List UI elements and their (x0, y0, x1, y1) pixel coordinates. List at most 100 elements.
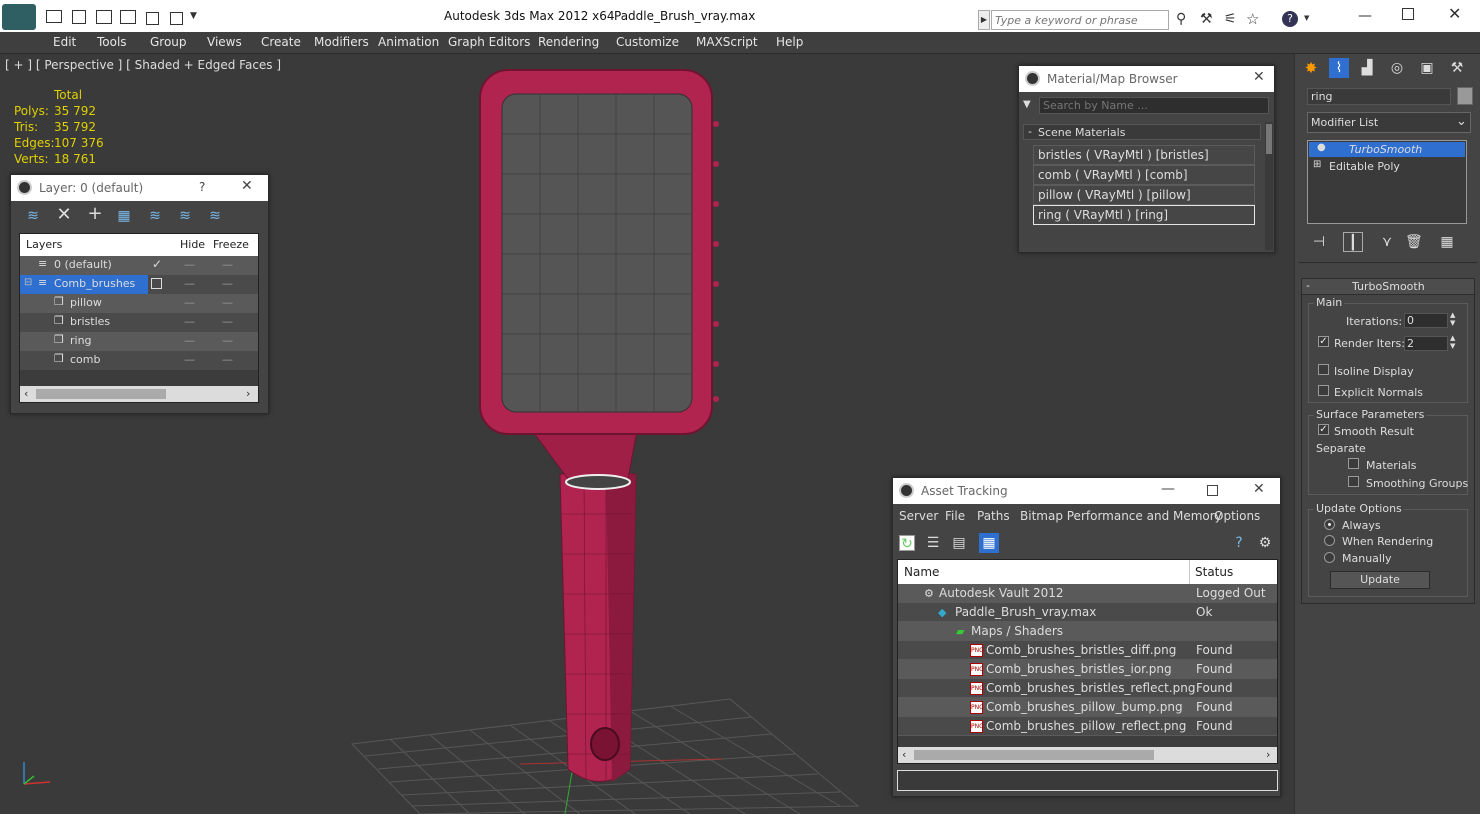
menu-help[interactable]: Help (776, 35, 803, 49)
pin-stack-icon[interactable]: ⊣ (1311, 234, 1327, 250)
col-status[interactable]: Status (1195, 565, 1233, 579)
menu-animation[interactable]: Animation (378, 35, 439, 49)
hierarchy-tab-icon[interactable]: ▟ (1359, 60, 1375, 76)
layer-row-comb-brushes[interactable]: ⊟ ≡ Comb_brushes — — (20, 275, 258, 294)
scroll-left-icon[interactable]: ‹ (902, 748, 906, 761)
scroll-right-icon[interactable]: › (246, 387, 250, 400)
collapse-icon[interactable]: ⊟ (24, 277, 32, 288)
minimize-icon[interactable]: — (1358, 8, 1372, 24)
modify-tab-icon[interactable]: ⌇ (1329, 58, 1349, 78)
table-view-icon[interactable]: ▦ (979, 533, 999, 553)
undo-icon[interactable] (96, 10, 112, 24)
modifier-list-dropdown[interactable]: Modifier List ⌄ (1307, 112, 1471, 133)
current-layer-check-icon[interactable]: ✓ (152, 257, 162, 271)
configure-sets-icon[interactable]: ▦ (1439, 234, 1455, 250)
hide-toggle[interactable]: — (184, 353, 195, 366)
asset-row-vault[interactable]: ⚙ Autodesk Vault 2012 Logged Out ... (898, 584, 1277, 619)
col-hide[interactable]: Hide (180, 238, 205, 251)
set-current-icon[interactable] (151, 278, 162, 289)
help-icon[interactable]: ? (1231, 535, 1247, 551)
col-divider[interactable] (1189, 560, 1190, 584)
scroll-left-icon[interactable]: ‹ (24, 387, 28, 400)
stack-item-editable-poly[interactable]: ⊞ Editable Poly (1309, 159, 1465, 174)
menu-edit[interactable]: Edit (53, 35, 76, 49)
app-logo-icon[interactable] (2, 4, 36, 30)
help-icon[interactable]: ? (1282, 11, 1298, 27)
binoculars-icon[interactable]: ⚲ (1176, 11, 1186, 27)
asset-row-map[interactable]: PNG Comb_brushes_pillow_bump.png Found (898, 698, 1277, 717)
create-tab-icon[interactable]: ✸ (1303, 60, 1319, 76)
search-expand-icon[interactable]: ▶ (978, 10, 990, 30)
asset-maximize-icon[interactable] (1207, 485, 1218, 496)
when-rendering-radio[interactable] (1324, 535, 1335, 546)
utilities-tab-icon[interactable]: ⚒ (1449, 60, 1465, 76)
layer-object-row[interactable]: ❒ pillow — — (20, 294, 258, 313)
manually-radio[interactable] (1324, 552, 1335, 563)
layer-help-button[interactable]: ? (199, 180, 205, 194)
asset-menu-bitmap[interactable]: Bitmap Performance and Memory (1020, 509, 1222, 523)
layer-object-row[interactable]: ❒ comb — — (20, 351, 258, 370)
layer-row-default[interactable]: ≡ 0 (default) ✓ — — (20, 256, 258, 275)
smoothing-groups-checkbox[interactable] (1348, 476, 1359, 487)
render-iters-spinner[interactable]: 2 (1404, 336, 1448, 351)
spinner-arrows-icon[interactable]: ▲ ▼ (1450, 334, 1455, 350)
hide-toggle[interactable]: — (184, 334, 195, 347)
menu-maxscript[interactable]: MAXScript (696, 35, 758, 49)
stack-item-turbosmooth[interactable]: ● TurboSmooth (1309, 142, 1465, 157)
object-name-field[interactable] (1307, 88, 1451, 105)
redo-icon[interactable] (120, 10, 136, 24)
material-item-ring[interactable]: ring ( VRayMtl ) [ring] (1033, 205, 1255, 225)
freeze-toggle[interactable]: — (222, 334, 233, 347)
menu-modifiers[interactable]: Modifiers (314, 35, 369, 49)
material-item-comb[interactable]: comb ( VRayMtl ) [comb] (1033, 165, 1255, 185)
explicit-normals-checkbox[interactable] (1318, 385, 1329, 396)
settings-icon[interactable]: ⚙ (1257, 535, 1273, 551)
asset-close-icon[interactable]: ✕ (1253, 481, 1265, 497)
isoline-display-checkbox[interactable] (1318, 364, 1329, 375)
asset-path-field[interactable] (897, 770, 1278, 791)
object-color-swatch[interactable] (1457, 87, 1473, 105)
layer-object-row[interactable]: ❒ ring — — (20, 332, 258, 351)
menu-views[interactable]: Views (207, 35, 242, 49)
freeze-toggle[interactable]: — (222, 277, 233, 290)
asset-row-map[interactable]: PNG Comb_brushes_bristles_diff.png Found (898, 641, 1277, 660)
asset-row-maps[interactable]: ▰ Maps / Shaders (898, 622, 1277, 641)
maximize-icon[interactable] (1402, 8, 1414, 20)
layer-close-icon[interactable]: ✕ (241, 178, 253, 194)
rollout-header[interactable]: - TurboSmooth (1302, 279, 1474, 295)
material-item-pillow[interactable]: pillow ( VRayMtl ) [pillow] (1033, 185, 1255, 205)
keyword-search-input[interactable] (991, 10, 1169, 30)
freeze-toggle[interactable]: — (222, 296, 233, 309)
save-icon[interactable] (72, 10, 86, 24)
render-iters-checkbox[interactable]: ✓ (1318, 336, 1329, 347)
expand-icon[interactable]: ⊞ (1313, 159, 1321, 170)
favorites-star-icon[interactable]: ☆ (1246, 10, 1259, 28)
menu-rendering[interactable]: Rendering (538, 35, 599, 49)
freeze-toggle[interactable]: — (222, 258, 233, 271)
refresh-icon[interactable]: ↻ (899, 535, 915, 552)
thumbnail-view-icon[interactable]: ▤ (951, 535, 967, 551)
lightbulb-icon[interactable]: ● (1317, 142, 1326, 153)
material-browser-close-icon[interactable]: ✕ (1253, 69, 1265, 85)
update-button[interactable]: Update (1330, 571, 1430, 589)
hide-toggle[interactable]: — (184, 315, 195, 328)
menu-create[interactable]: Create (261, 35, 301, 49)
smooth-result-checkbox[interactable]: ✓ (1318, 424, 1329, 435)
asset-tracking-titlebar[interactable]: Asset Tracking — ✕ (893, 478, 1280, 504)
layer-delete-icon[interactable]: ✕ (56, 206, 72, 224)
make-unique-icon[interactable]: ⋎ (1379, 234, 1395, 250)
layer-add-icon[interactable]: + (87, 205, 103, 223)
menu-graph-editors[interactable]: Graph Editors (448, 35, 530, 49)
menu-tools[interactable]: Tools (97, 35, 127, 49)
asset-row-map[interactable]: PNG Comb_brushes_bristles_ior.png Found (898, 660, 1277, 679)
quick-access-dropdown-icon[interactable]: ▼ (190, 11, 197, 21)
scene-materials-header[interactable]: - Scene Materials (1023, 124, 1261, 140)
asset-menu-options[interactable]: Options (1214, 509, 1260, 523)
material-item-bristles[interactable]: bristles ( VRayMtl ) [bristles] (1033, 145, 1255, 165)
asset-menu-paths[interactable]: Paths (977, 509, 1010, 523)
communication-icon[interactable]: ⚒ (1200, 11, 1213, 27)
asset-minimize-icon[interactable]: — (1161, 481, 1175, 497)
material-browser-titlebar[interactable]: Material/Map Browser ✕ (1019, 66, 1274, 92)
layer-create-icon[interactable]: ≋ (25, 208, 41, 224)
workspace-icon[interactable] (170, 12, 183, 25)
